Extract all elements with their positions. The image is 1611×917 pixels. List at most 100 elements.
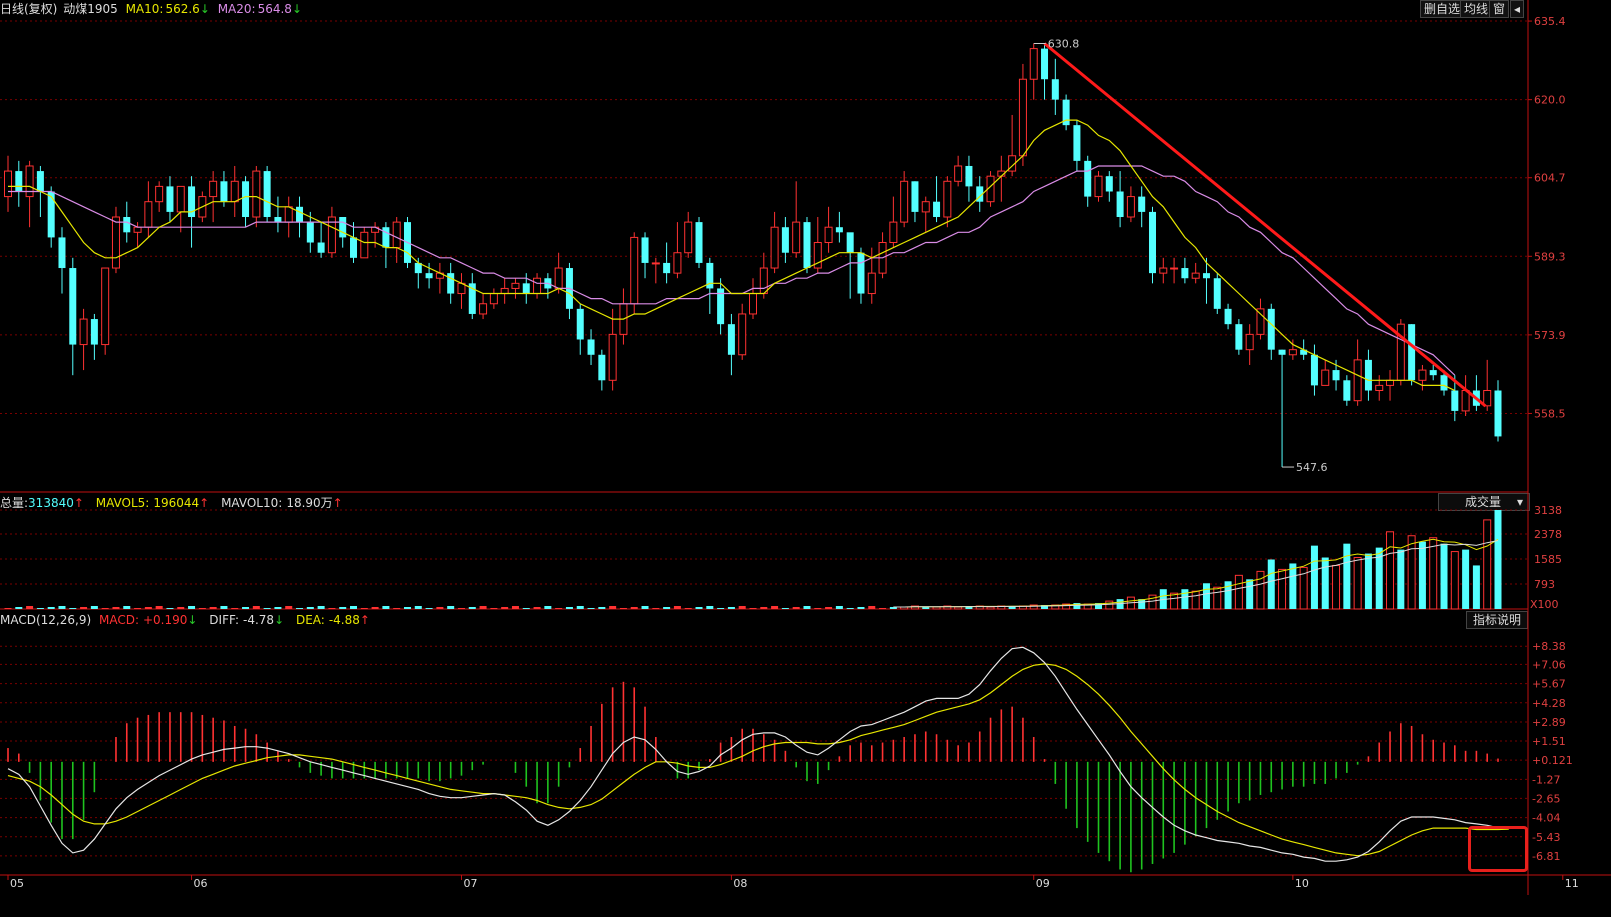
macd-tick-label: -1.27 xyxy=(1532,773,1560,786)
candle-up xyxy=(900,180,909,223)
candle-up xyxy=(889,221,898,244)
candle-down xyxy=(1278,349,1286,355)
volume-bar xyxy=(198,608,206,609)
candle-up xyxy=(1256,308,1265,335)
price-tick-label: 589.3 xyxy=(1534,250,1566,263)
candle-up xyxy=(4,170,12,198)
volume-bar xyxy=(598,607,606,609)
volume-bar xyxy=(328,608,336,609)
volume-bar xyxy=(673,606,681,609)
volume-bar xyxy=(1213,586,1222,610)
volume-tick-label: 1585 xyxy=(1534,553,1562,566)
candle-up xyxy=(738,313,747,356)
x-tick-label: 05 xyxy=(10,877,24,890)
candle-down xyxy=(781,227,789,253)
volume-bar xyxy=(1494,510,1502,609)
volume-bar xyxy=(177,607,185,609)
candle-down xyxy=(317,242,325,253)
volume-bar xyxy=(1267,559,1275,609)
volume-tick-label: 2378 xyxy=(1534,528,1562,541)
candle-down xyxy=(1213,278,1221,309)
candle-up xyxy=(921,201,930,213)
volume-bar xyxy=(1386,531,1395,610)
volume-bar xyxy=(684,608,692,609)
volume-bar xyxy=(792,607,800,609)
volume-bar xyxy=(1310,545,1318,609)
candle-up xyxy=(1094,175,1103,198)
volume-bar xyxy=(814,608,822,609)
volume-bar xyxy=(274,607,282,609)
candle-up xyxy=(770,226,779,269)
volume-bar xyxy=(986,606,995,610)
candle-up xyxy=(533,277,542,295)
volume-bar xyxy=(263,608,271,609)
candle-down xyxy=(663,262,671,274)
volume-bar xyxy=(425,608,433,609)
volume-bar xyxy=(58,606,66,609)
candle-down xyxy=(1267,308,1275,350)
candle-down xyxy=(1051,79,1059,100)
volume-bar xyxy=(47,607,55,609)
volume-bar xyxy=(619,608,627,609)
candle-up xyxy=(684,221,693,254)
macd-tick-label: +4.28 xyxy=(1532,697,1566,710)
volume-bar xyxy=(544,606,552,609)
x-tick-label: 06 xyxy=(194,877,208,890)
volume-bar xyxy=(90,606,98,609)
candle-down xyxy=(220,181,228,202)
candle-up xyxy=(651,262,660,265)
volume-bar xyxy=(339,607,347,609)
candle-up xyxy=(759,267,768,295)
macd-tick-label: -2.65 xyxy=(1532,792,1560,805)
candle-down xyxy=(695,222,703,263)
candle-down xyxy=(587,339,595,355)
volume-bar xyxy=(555,608,563,609)
candle-up xyxy=(792,221,801,254)
candle-up xyxy=(1375,384,1384,391)
volume-bar xyxy=(771,606,779,609)
candle-down xyxy=(965,165,973,187)
volume-bar xyxy=(1234,574,1243,610)
candle-down xyxy=(382,227,390,248)
volume-bar xyxy=(36,608,44,609)
volume-bar xyxy=(932,606,941,610)
macd-tick-label: +2.89 xyxy=(1532,716,1566,729)
volume-bar xyxy=(652,608,660,609)
candle-up xyxy=(1029,48,1038,80)
volume-bar xyxy=(155,606,163,609)
volume-bar xyxy=(609,606,617,609)
candle-up xyxy=(1126,196,1135,218)
candle-down xyxy=(803,222,811,269)
volume-bar xyxy=(1353,557,1362,610)
candle-up xyxy=(749,293,757,315)
trend-line xyxy=(1043,42,1487,408)
candle-up xyxy=(954,165,963,182)
volume-bar xyxy=(1364,553,1372,609)
candle-down xyxy=(522,283,530,294)
volume-bar xyxy=(220,606,228,609)
volume-bar xyxy=(706,606,714,609)
volume-bar xyxy=(738,606,746,609)
volume-bar xyxy=(69,608,77,609)
volume-bar xyxy=(587,608,595,609)
macd-tick-label: +7.06 xyxy=(1532,658,1566,671)
volume-bar xyxy=(252,606,260,609)
volume-bar xyxy=(242,607,250,609)
volume-bar xyxy=(479,606,487,609)
volume-bar xyxy=(1321,557,1329,609)
volume-bar xyxy=(1397,549,1405,609)
volume-bar xyxy=(749,608,757,609)
candle-up xyxy=(79,318,88,346)
volume-bar xyxy=(1246,579,1254,609)
candle-down xyxy=(263,171,271,218)
volume-bar xyxy=(382,606,390,609)
macd-tick-label: -4.04 xyxy=(1532,812,1560,825)
x-tick-label: 08 xyxy=(733,877,747,890)
x-tick-label: 11 xyxy=(1565,877,1579,890)
candle-down xyxy=(1343,380,1351,401)
volume-bar xyxy=(1407,535,1416,610)
volume-bar xyxy=(1472,565,1480,609)
volume-bar xyxy=(350,606,358,609)
candle-down xyxy=(1116,191,1124,218)
volume-unit-label: X100 xyxy=(1530,598,1559,611)
